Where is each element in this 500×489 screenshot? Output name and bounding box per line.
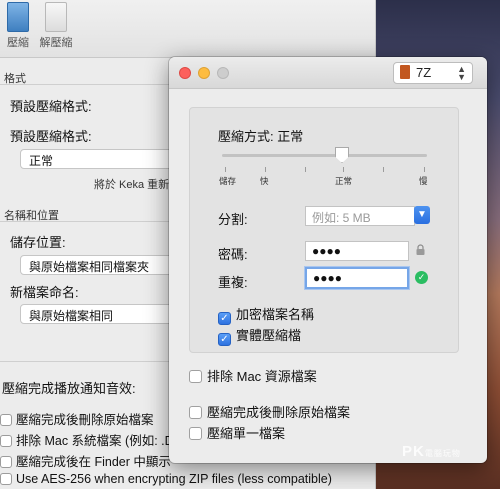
default-format-label-1: 預設壓縮格式: <box>10 99 92 114</box>
slider-tick-label: 快 <box>260 176 269 186</box>
encrypt-filenames-checkbox[interactable]: ✓ 加密檔案名稱 <box>218 304 314 325</box>
checkbox-box <box>0 456 12 468</box>
slider-tick-label: 慢 <box>419 176 428 186</box>
split-size-field[interactable]: 例如: 5 MB <box>305 206 415 226</box>
compression-level-slider[interactable] <box>222 154 427 157</box>
slider-tick <box>305 167 306 172</box>
chevron-down-icon: ▼ <box>417 209 427 220</box>
checkbox-box <box>0 414 12 426</box>
extract-tab-label: 解壓縮 <box>39 37 73 49</box>
checkbox-box <box>189 427 202 440</box>
slider-tick <box>343 167 344 172</box>
exclude-mac-resources-checkbox[interactable]: 排除 Mac 資源檔案 <box>189 366 317 385</box>
checkbox-label: 加密檔案名稱 <box>236 307 315 322</box>
minimize-window-button[interactable] <box>198 67 210 79</box>
password-field[interactable]: ●●●● <box>305 241 409 261</box>
repeat-password-field[interactable]: ●●●● <box>305 267 409 289</box>
exclude-mac-files-checkbox[interactable]: 排除 Mac 系統檔案 (例如: .D <box>0 430 174 449</box>
new-name-popup[interactable]: 與原始檔案相同 <box>20 304 180 324</box>
checkbox-box <box>0 435 12 447</box>
extract-icon <box>45 2 67 32</box>
compress-single-file-checkbox[interactable]: 壓縮單一檔案 <box>189 423 285 442</box>
slider-tick-label: 儲存 <box>219 176 237 186</box>
pk-watermark-logo: PK電腦玩物 <box>402 443 461 460</box>
compression-method-label: 壓縮方式: 正常 <box>218 129 304 144</box>
checkbox-label: Use AES-256 when encrypting ZIP files (l… <box>16 472 332 486</box>
checkbox-box <box>0 473 12 485</box>
split-label: 分割: <box>218 212 248 227</box>
checkbox-label: 壓縮完成後刪除原始檔案 <box>207 405 351 420</box>
checkbox-box <box>189 406 202 419</box>
compress-icon <box>7 2 29 32</box>
watermark-sub: 電腦玩物 <box>424 449 461 458</box>
solid-archive-checkbox[interactable]: ✓ 實體壓縮檔 <box>218 325 301 346</box>
toolbar-extract-tab[interactable]: 解壓縮 <box>34 2 78 50</box>
slider-tick <box>383 167 384 172</box>
slider-tick <box>265 167 266 172</box>
aes256-zip-checkbox[interactable]: Use AES-256 when encrypting ZIP files (l… <box>0 472 332 486</box>
watermark-brand: PK <box>402 443 425 460</box>
slider-tick <box>225 167 226 172</box>
close-window-button[interactable] <box>179 67 191 79</box>
checkbox-label: 實體壓縮檔 <box>236 328 302 343</box>
preferences-toolbar: 壓縮 解壓縮 <box>0 0 375 58</box>
checkbox-box <box>189 370 202 383</box>
slider-tick <box>424 167 425 172</box>
default-format-label-2: 預設壓縮格式: <box>10 129 92 144</box>
dialog-titlebar: 7Z ▲ ▼ <box>169 57 487 89</box>
compression-level-popup[interactable]: 正常 <box>20 149 180 169</box>
notification-sound-label: 壓縮完成播放通知音效: <box>2 381 136 396</box>
show-in-finder-checkbox[interactable]: 壓縮完成後在 Finder 中顯示 <box>0 451 171 470</box>
checkbox-checked-icon: ✓ <box>218 333 231 346</box>
password-label: 密碼: <box>218 247 248 262</box>
checkbox-checked-icon: ✓ <box>218 312 231 325</box>
repeat-password-label: 重複: <box>218 275 248 290</box>
checkbox-label: 排除 Mac 系統檔案 (例如: .D <box>16 434 174 448</box>
delete-original-checkbox[interactable]: 壓縮完成後刪除原始檔案 <box>0 409 154 428</box>
checkbox-label: 排除 Mac 資源檔案 <box>207 369 317 384</box>
archive-format-popup[interactable]: 7Z ▲ ▼ <box>393 62 473 84</box>
7z-file-icon <box>400 65 410 79</box>
checkbox-label: 壓縮單一檔案 <box>207 426 286 441</box>
save-location-label: 儲存位置: <box>10 235 66 250</box>
updown-chevron-icon: ▲ ▼ <box>457 64 466 82</box>
checkbox-label: 壓縮完成後在 Finder 中顯示 <box>16 455 171 469</box>
checkmark-icon: ✓ <box>415 271 428 284</box>
keka-restart-note: 將於 Keka 重新 <box>94 179 170 191</box>
compression-options-dialog: 7Z ▲ ▼ 壓縮方式: 正常 儲存 快 正常 慢 分割: 例如: 5 MB ▼ … <box>169 57 487 463</box>
slider-tick-label: 正常 <box>335 176 353 186</box>
zoom-window-button[interactable] <box>217 67 229 79</box>
archive-format-value: 7Z <box>416 65 432 80</box>
save-location-popup[interactable]: 與原始檔案相同檔案夾 <box>20 255 180 275</box>
delete-after-compress-checkbox[interactable]: 壓縮完成後刪除原始檔案 <box>189 402 350 421</box>
new-name-label: 新檔案命名: <box>10 285 79 300</box>
checkbox-label: 壓縮完成後刪除原始檔案 <box>16 413 154 427</box>
lock-icon <box>416 244 425 255</box>
split-dropdown-button[interactable]: ▼ <box>414 206 430 224</box>
